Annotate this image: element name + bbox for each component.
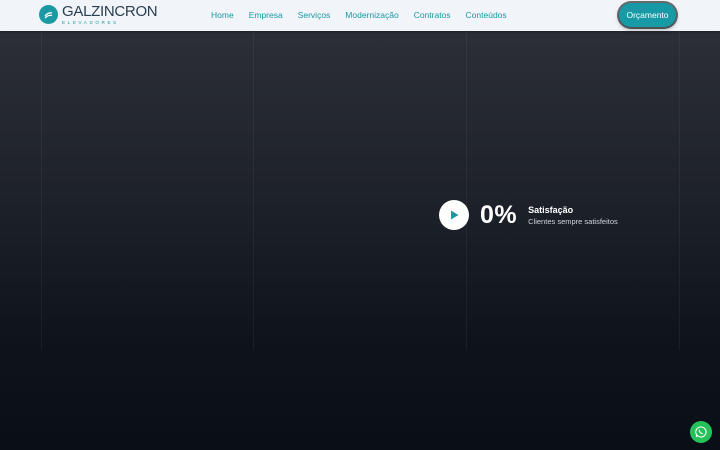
stat-subtitle: Clientes sempre satisfeitos	[528, 216, 618, 226]
orcamento-button[interactable]: Orçamento	[619, 3, 676, 27]
logo-text: GALZINCRON ELEVADORES	[62, 3, 158, 26]
main-nav: Home Empresa Serviços Modernização Contr…	[211, 10, 507, 20]
nav-servicos[interactable]: Serviços	[298, 10, 331, 20]
whatsapp-icon[interactable]	[690, 421, 712, 443]
stat-value: 0%	[480, 200, 518, 229]
nav-modernizacao[interactable]: Modernização	[345, 10, 398, 20]
stat-text: Satisfação Clientes sempre satisfeitos	[528, 205, 618, 226]
brand-name: GALZINCRON	[62, 3, 158, 20]
nav-contratos[interactable]: Contratos	[414, 10, 451, 20]
nav-conteudos[interactable]: Conteúdos	[466, 10, 507, 20]
grid-divider	[679, 31, 680, 350]
play-icon[interactable]	[439, 200, 469, 230]
grid-divider	[41, 31, 42, 350]
stat-title: Satisfação	[528, 204, 574, 215]
satisfaction-stat: 0% Satisfação Clientes sempre satisfeito…	[439, 200, 618, 230]
brand-logo[interactable]: GALZINCRON ELEVADORES	[39, 3, 158, 26]
nav-empresa[interactable]: Empresa	[249, 10, 283, 20]
nav-home[interactable]: Home	[211, 10, 234, 20]
grid-divider	[466, 31, 467, 350]
brand-tagline: ELEVADORES	[62, 20, 119, 25]
grid-divider	[253, 31, 254, 350]
logo-mark-icon	[39, 5, 58, 25]
site-header: GALZINCRON ELEVADORES Home Empresa Servi…	[0, 0, 720, 31]
